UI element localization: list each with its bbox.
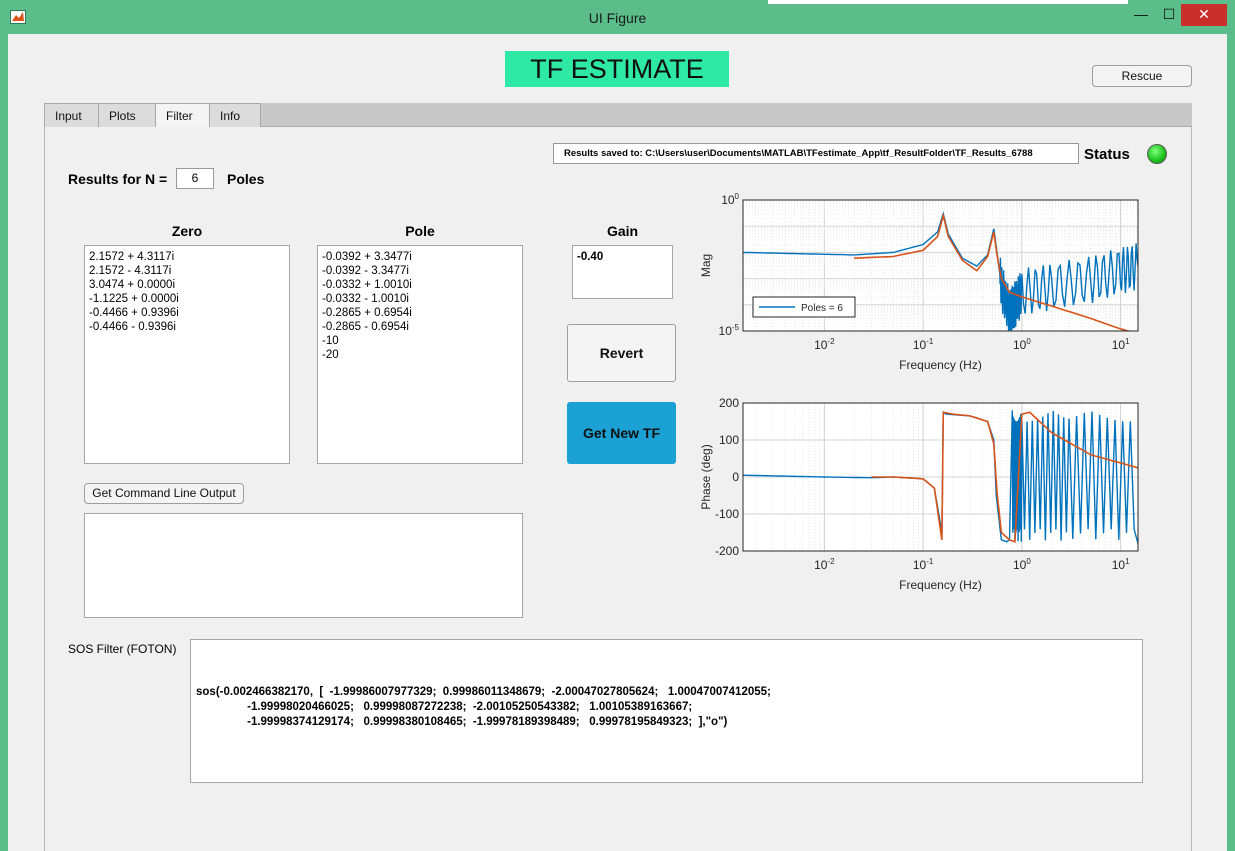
tab-filter[interactable]: Filter xyxy=(155,103,210,128)
command-output-area[interactable] xyxy=(84,513,523,618)
pole-header: Pole xyxy=(405,223,435,239)
magnitude-plot-svg: 10-2 10-1 100 101 100 10-5 Frequency (Hz) Mag Po… xyxy=(699,192,1139,372)
y-tick-label: -100 xyxy=(715,507,739,521)
app-banner: TF ESTIMATE xyxy=(505,51,729,87)
x-tick-label: 10-1 xyxy=(913,337,934,352)
close-button[interactable]: ✕ xyxy=(1181,4,1227,26)
tab-plots[interactable]: Plots xyxy=(98,103,156,127)
get-new-tf-button[interactable]: Get New TF xyxy=(567,402,676,464)
x-tick-label: 10-1 xyxy=(913,557,934,572)
revert-button[interactable]: Revert xyxy=(567,324,676,382)
sos-filter-field[interactable]: sos(-0.002466382170, [ -1.99986007977329… xyxy=(190,639,1143,783)
status-led-icon xyxy=(1147,144,1167,164)
command-line-output-button[interactable]: Get Command Line Output xyxy=(84,483,244,504)
results-n-label: Results for N = xyxy=(68,171,168,187)
x-axis-label: Frequency (Hz) xyxy=(899,578,982,592)
y-axis-label: Mag xyxy=(699,254,713,277)
phase-plot: 10-2 10-1 100 101 200 100 0 -100 -200 Frequency (… xyxy=(690,395,1150,600)
list-item: -0.2865 + 0.6954i xyxy=(322,307,412,319)
list-item: 2.1572 - 4.3117i xyxy=(89,265,172,277)
window-title: UI Figure xyxy=(588,10,647,26)
list-item: -20 xyxy=(322,349,339,361)
list-item: -1.1225 + 0.0000i xyxy=(89,293,179,305)
tab-info[interactable]: Info xyxy=(209,103,261,127)
phase-plot-svg: 10-2 10-1 100 101 200 100 0 -100 -200 Frequency (… xyxy=(699,396,1139,592)
gain-header: Gain xyxy=(606,223,639,239)
tab-strip: Input Plots Filter Info xyxy=(44,103,1192,128)
list-item: -0.0392 - 3.3477i xyxy=(322,265,409,277)
y-tick-label: 0 xyxy=(732,470,739,484)
pole-list[interactable]: -0.0392 + 3.3477i -0.0392 - 3.3477i -0.0… xyxy=(317,245,523,464)
window-titlebar: UI Figure — ☐ ✕ xyxy=(0,0,1235,34)
x-tick-label: 101 xyxy=(1112,557,1130,572)
y-tick-label: 100 xyxy=(721,192,739,207)
list-item: 3.0474 + 0.0000i xyxy=(89,279,176,291)
y-tick-label: 10-5 xyxy=(719,323,740,338)
poles-label: Poles xyxy=(227,171,265,187)
sos-line-1: sos(-0.002466382170, [ -1.99986007977329… xyxy=(196,686,771,698)
x-tick-label: 10-2 xyxy=(814,337,835,352)
x-tick-label: 100 xyxy=(1013,557,1031,572)
zero-list[interactable]: 2.1572 + 4.3117i 2.1572 - 4.3117i 3.0474… xyxy=(84,245,290,464)
legend-label: Poles = 6 xyxy=(801,303,843,314)
list-item: 2.1572 + 4.3117i xyxy=(89,251,175,263)
titlebar-strip xyxy=(768,0,1128,4)
sos-line-2: -1.99998020466025; 0.99998087272238; -2.… xyxy=(196,701,693,713)
x-tick-label: 100 xyxy=(1013,337,1031,352)
list-item: -0.0332 + 1.0010i xyxy=(322,279,412,291)
y-tick-label: -200 xyxy=(715,544,739,558)
y-tick-label: 100 xyxy=(719,433,739,447)
gain-field[interactable]: -0.40 xyxy=(572,245,673,299)
y-axis-label: Phase (deg) xyxy=(699,444,713,509)
gain-value: -0.40 xyxy=(577,251,604,263)
y-tick-label: 200 xyxy=(719,396,739,410)
x-tick-label: 10-2 xyxy=(814,557,835,572)
status-label: Status xyxy=(1084,146,1130,163)
list-item: -0.0332 - 1.0010i xyxy=(322,293,409,305)
list-item: -0.0392 + 3.3477i xyxy=(322,251,412,263)
magnitude-plot: 10-2 10-1 100 101 100 10-5 Frequency (Hz) Mag Po… xyxy=(690,188,1150,378)
n-poles-input[interactable]: 6 xyxy=(176,168,214,189)
list-item: -0.4466 + 0.9396i xyxy=(89,307,179,319)
list-item: -0.4466 - 0.9396i xyxy=(89,321,176,333)
rescue-button[interactable]: Rescue xyxy=(1092,65,1192,87)
x-axis-label: Frequency (Hz) xyxy=(899,358,982,372)
sos-line-3: -1.99998374129174; 0.99998380108465; -1.… xyxy=(196,716,728,728)
tab-input[interactable]: Input xyxy=(44,103,99,127)
sos-label: SOS Filter (FOTON) xyxy=(68,642,177,656)
list-item: -0.2865 - 0.6954i xyxy=(322,321,409,333)
x-tick-label: 101 xyxy=(1112,337,1130,352)
results-path-field: Results saved to: C:\Users\user\Document… xyxy=(553,143,1079,164)
list-item: -10 xyxy=(322,335,339,347)
zero-header: Zero xyxy=(171,223,203,239)
